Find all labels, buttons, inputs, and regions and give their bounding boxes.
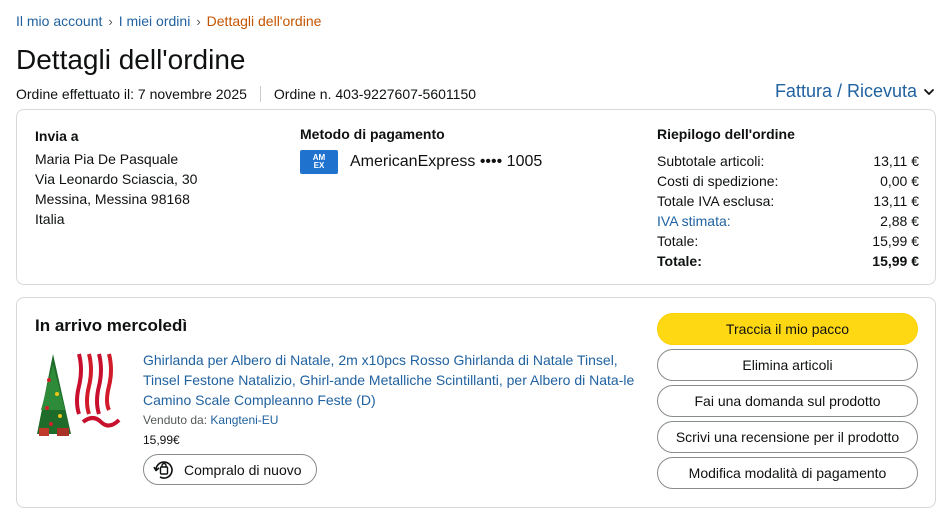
summary-label: Totale IVA esclusa: — [657, 193, 775, 209]
summary-value: 15,99 € — [872, 253, 919, 269]
summary-row-subtotal: Subtotale articoli: 13,11 € — [657, 151, 919, 171]
seller-link[interactable]: Kangteni-EU — [210, 413, 278, 427]
change-payment-button[interactable]: Modifica modalità di pagamento — [657, 457, 918, 489]
track-package-button[interactable]: Traccia il mio pacco — [657, 313, 918, 345]
order-total-summary: Riepilogo dell'ordine Subtotale articoli… — [657, 126, 919, 271]
summary-value: 2,88 € — [880, 213, 919, 229]
shipping-title: Invia a — [35, 128, 79, 144]
summary-title: Riepilogo dell'ordine — [657, 126, 795, 142]
summary-row-vat: IVA stimata: 2,88 € — [657, 211, 919, 231]
page-title: Dettagli dell'ordine — [16, 44, 246, 75]
breadcrumb-separator: › — [108, 13, 113, 29]
shipping-country: Italia — [35, 211, 65, 227]
summary-label: Totale: — [657, 253, 702, 269]
payment-method: Metodo di pagamento AM EX AmericanExpres… — [300, 126, 542, 174]
breadcrumb-my-account[interactable]: Il mio account — [16, 13, 102, 29]
buy-again-button[interactable]: Compralo di nuovo — [143, 454, 317, 485]
summary-label: Costi di spedizione: — [657, 173, 779, 189]
order-meta: Ordine effettuato il: 7 novembre 2025 Or… — [16, 86, 476, 102]
breadcrumb-my-orders[interactable]: I miei ordini — [119, 13, 191, 29]
summary-value: 13,11 € — [873, 153, 919, 169]
card-text: AmericanExpress •••• 1005 — [350, 153, 543, 170]
order-summary-card: Invia a Maria Pia De Pasquale Via Leonar… — [16, 109, 936, 285]
write-review-button[interactable]: Scrivi una recensione per il prodotto — [657, 421, 918, 453]
summary-label: Subtotale articoli: — [657, 153, 765, 169]
payment-title: Metodo di pagamento — [300, 126, 445, 142]
summary-value: 0,00 € — [880, 173, 919, 189]
seller-label: Venduto da: — [143, 413, 208, 427]
buy-again-label: Compralo di nuovo — [184, 461, 302, 478]
delete-items-button[interactable]: Elimina articoli — [657, 349, 918, 381]
summary-row-total: Totale: 15,99 € — [657, 231, 919, 251]
order-date: Ordine effettuato il: 7 novembre 2025 — [16, 86, 247, 102]
american-express-card-icon: AM EX — [300, 150, 338, 174]
chevron-down-icon — [924, 88, 934, 95]
shopping-bag-refresh-icon — [153, 460, 173, 479]
summary-row-shipping: Costi di spedizione: 0,00 € — [657, 171, 919, 191]
product-title-link[interactable]: Ghirlanda per Albero di Natale, 2m x10pc… — [143, 350, 643, 410]
summary-row-net-total: Totale IVA esclusa: 13,11 € — [657, 191, 919, 211]
invoice-dropdown[interactable]: Fattura / Ricevuta — [775, 81, 935, 102]
shipping-city: Messina, Messina 98168 — [35, 191, 190, 207]
summary-row-grand-total: Totale: 15,99 € — [657, 251, 919, 271]
product-image[interactable] — [35, 350, 125, 440]
delivery-status: In arrivo mercoledì — [35, 316, 188, 335]
amex-logo-line2: EX — [313, 161, 325, 170]
shipping-street: Via Leonardo Sciascia, 30 — [35, 171, 198, 187]
estimated-vat-link[interactable]: IVA stimata: — [657, 211, 731, 231]
divider — [259, 86, 261, 102]
summary-value: 15,99 € — [872, 233, 919, 249]
payment-card: AM EX AmericanExpress •••• 1005 — [300, 150, 542, 174]
breadcrumb-current: Dettagli dell'ordine — [206, 13, 322, 29]
summary-value: 13,11 € — [873, 193, 919, 209]
delivery-card: In arrivo mercoledì Ghirlanda per Albero… — [16, 297, 936, 508]
shipping-address: Invia a Maria Pia De Pasquale Via Leonar… — [35, 126, 197, 229]
ask-question-button[interactable]: Fai una domanda sul prodotto — [657, 385, 918, 417]
breadcrumb-separator: › — [196, 13, 201, 29]
summary-label: Totale: — [657, 233, 699, 249]
breadcrumb: Il mio account › I miei ordini › Dettagl… — [16, 13, 321, 29]
order-actions: Traccia il mio pacco Elimina articoli Fa… — [657, 313, 918, 493]
shipping-name: Maria Pia De Pasquale — [35, 151, 179, 167]
seller-info: Venduto da: Kangteni-EU — [143, 413, 278, 427]
product-price: 15,99€ — [143, 433, 180, 447]
order-number: Ordine n. 403-9227607-5601150 — [273, 86, 477, 102]
invoice-label: Fattura / Ricevuta — [774, 81, 917, 101]
